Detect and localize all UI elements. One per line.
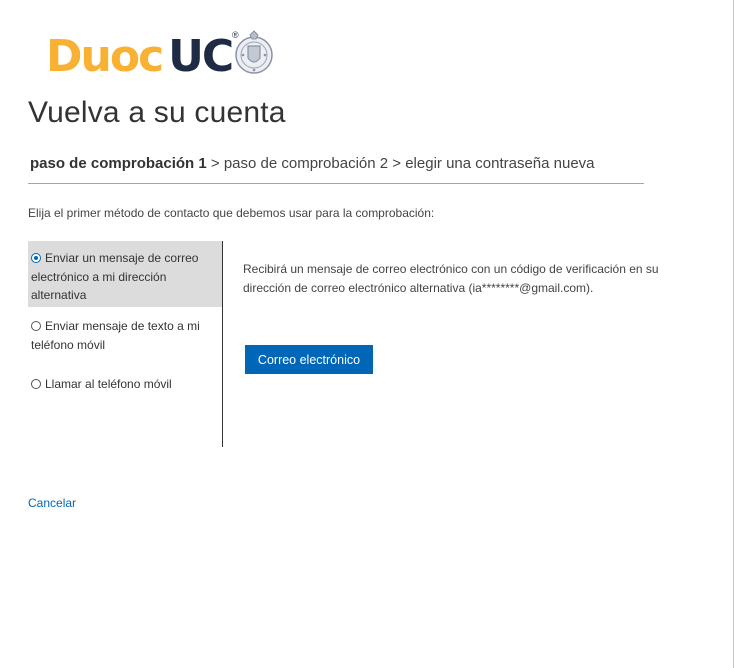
contact-option-label: Enviar un mensaje de correo electrónico … [31, 251, 199, 302]
method-description: Recibirá un mensaje de correo electrónic… [243, 262, 659, 295]
logo-uc-text: UC [168, 30, 234, 82]
header-divider [28, 183, 644, 184]
page-right-border [733, 0, 734, 668]
contact-option-call[interactable]: Llamar al teléfono móvil [28, 367, 222, 397]
duocuc-logo: Duoc UC ® [46, 28, 274, 84]
cancel-link[interactable]: Cancelar [28, 496, 76, 510]
contact-option-email[interactable]: Enviar un mensaje de correo electrónico … [28, 241, 222, 307]
logo-registered-mark: ® [232, 30, 239, 40]
step-separator: > [206, 155, 224, 172]
step-breadcrumb: paso de comprobación 1 > paso de comprob… [30, 155, 595, 172]
contact-method-instruction: Elija el primer método de contacto que d… [28, 206, 435, 220]
page-title: Vuelva a su cuenta [28, 96, 286, 129]
step-current: paso de comprobación 1 [30, 155, 207, 172]
contact-option-label: Llamar al teléfono móvil [45, 377, 172, 391]
step-3: elegir una contraseña nueva [405, 155, 595, 172]
step-separator: > [388, 155, 406, 172]
step-2: paso de comprobación 2 [223, 155, 389, 172]
contact-method-list: Enviar un mensaje de correo electrónico … [28, 241, 223, 447]
radio-selected-icon[interactable] [31, 253, 41, 263]
university-seal-icon [235, 30, 273, 74]
radio-unselected-icon[interactable] [31, 321, 41, 331]
radio-unselected-icon[interactable] [31, 379, 41, 389]
send-email-button[interactable]: Correo electrónico [245, 345, 373, 374]
contact-option-sms[interactable]: Enviar mensaje de texto a mi teléfono mó… [28, 309, 222, 357]
contact-option-label: Enviar mensaje de texto a mi teléfono mó… [31, 319, 200, 352]
logo-duoc-text: Duoc [46, 30, 164, 82]
